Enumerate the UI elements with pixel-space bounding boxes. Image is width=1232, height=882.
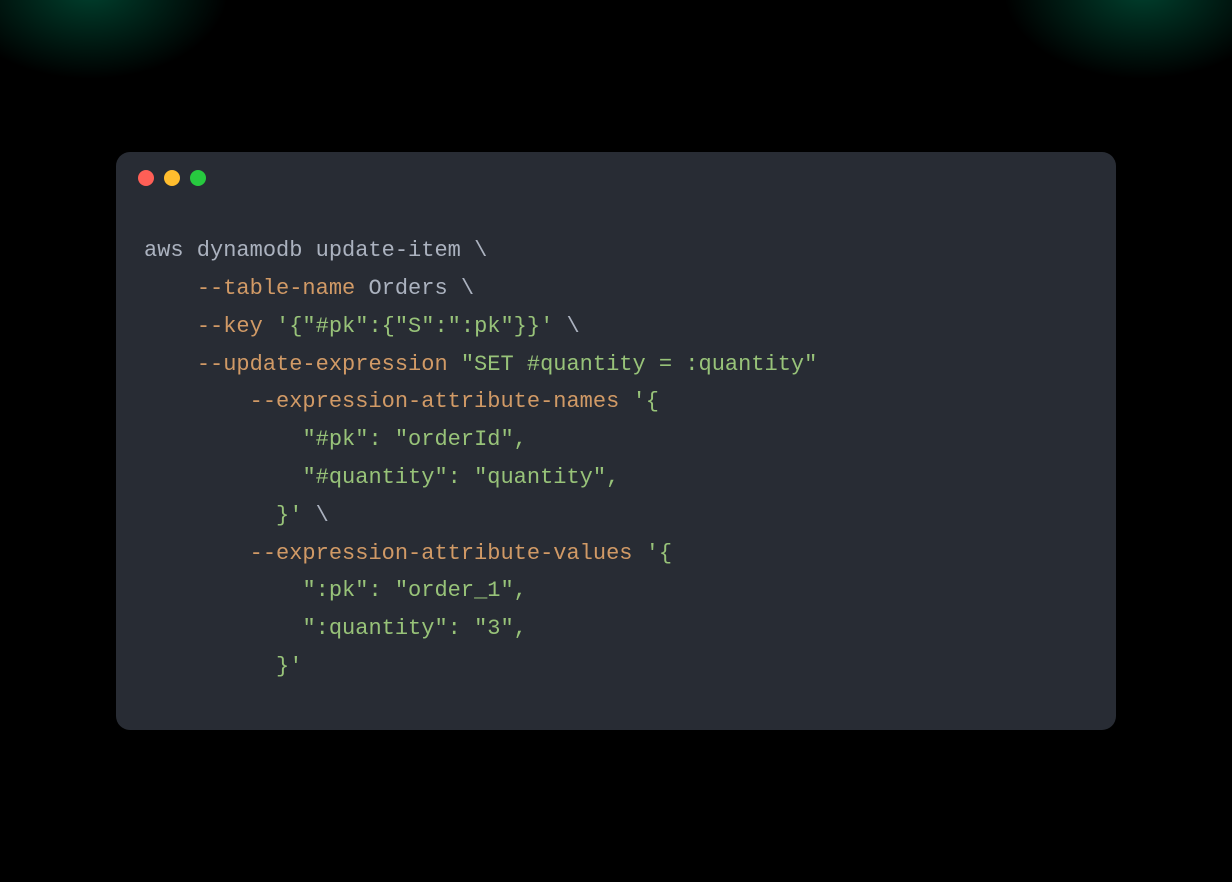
code-token: ":quantity": "3", (302, 616, 526, 641)
code-line: }' \ (144, 497, 1088, 535)
code-line: aws dynamodb update-item \ (144, 232, 1088, 270)
code-line: ":quantity": "3", (144, 610, 1088, 648)
code-token: \ (316, 503, 329, 528)
code-line: --table-name Orders \ (144, 270, 1088, 308)
indent (144, 654, 250, 679)
code-token: --expression-attribute-values (250, 541, 633, 566)
code-line: "#pk": "orderId", (144, 421, 1088, 459)
code-token: }' (250, 503, 303, 528)
window-title-bar (116, 152, 1116, 204)
code-token: Orders (355, 276, 461, 301)
code-line: "#quantity": "quantity", (144, 459, 1088, 497)
code-line: --key '{"#pk":{"S":":pk"}}' \ (144, 308, 1088, 346)
code-token: '{ (646, 541, 672, 566)
code-token: --update-expression (197, 352, 448, 377)
glow-decoration (1002, 0, 1232, 80)
code-line: --update-expression "SET #quantity = :qu… (144, 346, 1088, 384)
code-block[interactable]: aws dynamodb update-item \ --table-name … (116, 204, 1116, 730)
terminal-window: aws dynamodb update-item \ --table-name … (116, 152, 1116, 730)
code-token (619, 389, 632, 414)
code-token: }' (250, 654, 303, 679)
indent (144, 541, 250, 566)
code-token: \ (474, 238, 487, 263)
code-token: \ (566, 314, 579, 339)
code-token: --key (197, 314, 263, 339)
code-token: '{"#pk":{"S":":pk"}}' (276, 314, 553, 339)
code-token (302, 503, 315, 528)
indent (144, 314, 197, 339)
close-icon[interactable] (138, 170, 154, 186)
code-token: \ (461, 276, 474, 301)
code-line: --expression-attribute-names '{ (144, 383, 1088, 421)
code-token: "SET #quantity = :quantity" (461, 352, 817, 377)
indent (144, 427, 302, 452)
maximize-icon[interactable] (190, 170, 206, 186)
minimize-icon[interactable] (164, 170, 180, 186)
indent (144, 352, 197, 377)
code-line: --expression-attribute-values '{ (144, 535, 1088, 573)
indent (144, 616, 302, 641)
code-token (633, 541, 646, 566)
code-line: }' (144, 648, 1088, 686)
code-token: "#quantity": "quantity", (302, 465, 619, 490)
code-token (263, 314, 276, 339)
indent (144, 578, 302, 603)
code-line: ":pk": "order_1", (144, 572, 1088, 610)
code-token (553, 314, 566, 339)
code-token (448, 352, 461, 377)
code-token: '{ (633, 389, 659, 414)
indent (144, 465, 302, 490)
indent (144, 276, 197, 301)
indent (144, 503, 250, 528)
code-token: ":pk": "order_1", (302, 578, 526, 603)
code-token: aws dynamodb update-item (144, 238, 474, 263)
code-token: --expression-attribute-names (250, 389, 620, 414)
code-token: --table-name (197, 276, 355, 301)
glow-decoration (0, 0, 230, 80)
indent (144, 389, 250, 414)
code-token: "#pk": "orderId", (302, 427, 526, 452)
